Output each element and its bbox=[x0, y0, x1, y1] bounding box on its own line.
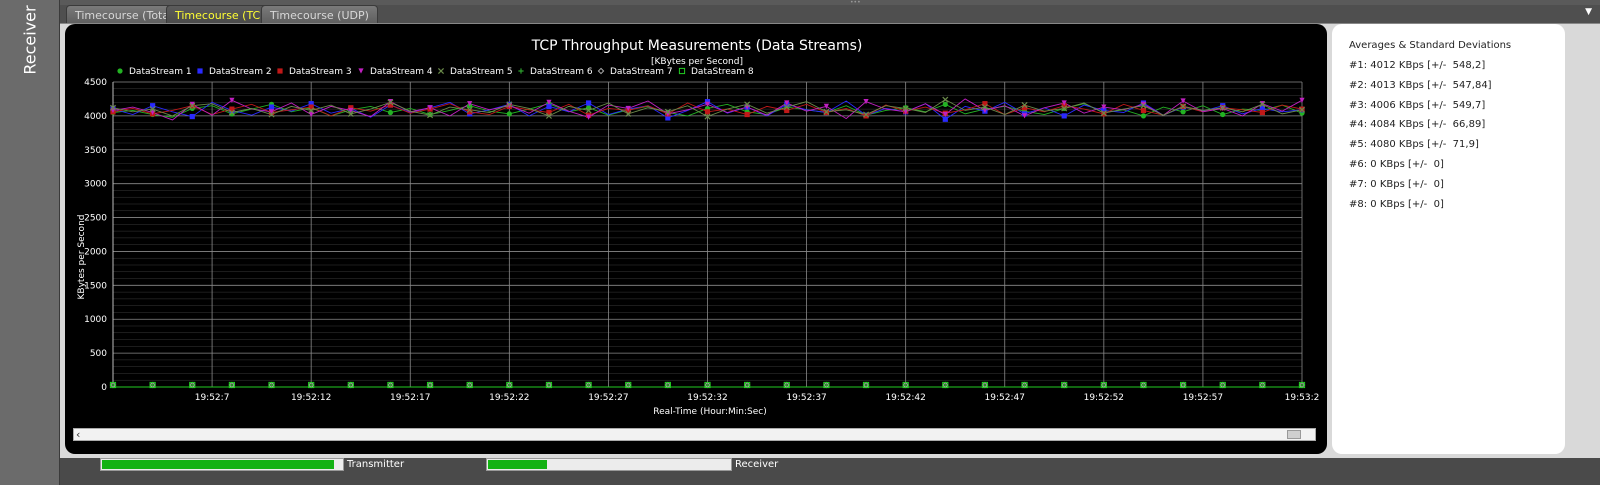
data-point bbox=[1061, 113, 1067, 119]
transmitter-label: Transmitter bbox=[347, 459, 405, 470]
data-point bbox=[586, 105, 592, 111]
x-tick-label: 19:52:52 bbox=[1084, 393, 1124, 403]
legend-entry: DataStream 5 bbox=[450, 67, 513, 77]
x-tick-label: 19:52:37 bbox=[786, 393, 826, 403]
receiver-label: Receiver bbox=[735, 459, 779, 470]
data-point bbox=[597, 67, 605, 75]
x-tick-label: 19:52:32 bbox=[687, 393, 727, 403]
y-tick-label: 1000 bbox=[84, 315, 107, 325]
data-point bbox=[704, 109, 711, 115]
data-point bbox=[1180, 109, 1186, 115]
data-point bbox=[942, 116, 948, 122]
x-axis-label: Real-Time (Hour:Min:Sec) bbox=[653, 407, 766, 417]
data-point bbox=[197, 68, 203, 74]
x-tick-label: 19:52:27 bbox=[588, 393, 628, 403]
stat-line: #7: 0 KBps [+/- 0] bbox=[1349, 178, 1444, 190]
stat-line: #3: 4006 KBps [+/- 549,7] bbox=[1349, 99, 1486, 111]
y-tick-label: 2000 bbox=[84, 247, 107, 257]
legend-entry: DataStream 7 bbox=[610, 67, 673, 77]
data-point bbox=[268, 104, 275, 110]
y-tick-label: 4500 bbox=[84, 78, 107, 88]
scrollbar-thumb[interactable] bbox=[1287, 430, 1301, 439]
data-point bbox=[942, 101, 948, 107]
y-tick-label: 1500 bbox=[84, 281, 107, 291]
data-point bbox=[437, 67, 445, 75]
data-point bbox=[942, 96, 949, 103]
stat-line: #8: 0 KBps [+/- 0] bbox=[1349, 198, 1444, 210]
data-point bbox=[1220, 111, 1226, 118]
x-tick-label: 19:52:17 bbox=[390, 393, 430, 403]
stat-line: #1: 4012 KBps [+/- 548,2] bbox=[1349, 60, 1486, 71]
data-point bbox=[277, 68, 283, 74]
horizontal-scrollbar[interactable]: ‹ bbox=[73, 428, 1316, 441]
y-tick-label: 3500 bbox=[84, 146, 107, 156]
y-tick-label: 2500 bbox=[84, 214, 107, 224]
receiver-meter bbox=[486, 458, 732, 471]
data-point bbox=[117, 68, 123, 74]
stat-line: #5: 4080 KBps [+/- 71,9] bbox=[1349, 139, 1479, 151]
chart-subtitle: [KBytes per Second] bbox=[651, 57, 743, 67]
y-axis-label: KBytes per Second bbox=[77, 215, 87, 300]
x-tick-label: 19:52:12 bbox=[291, 393, 331, 403]
stat-line: #4: 4084 KBps [+/- 66,89] bbox=[1349, 119, 1486, 131]
chart-panel: 0 500 1000 1500 2000 2500 3000 3500 4000 4500 19:5… bbox=[65, 24, 1327, 454]
x-tick-label: 19:52:42 bbox=[885, 393, 925, 403]
drag-handle-icon[interactable]: ••• bbox=[850, 0, 861, 6]
legend-entry: DataStream 1 bbox=[129, 67, 192, 77]
y-tick-label: 3000 bbox=[84, 180, 107, 190]
data-point bbox=[678, 67, 686, 75]
y-tick-label: 0 bbox=[101, 383, 107, 393]
arrow-left-icon[interactable]: ‹ bbox=[76, 428, 80, 441]
data-point bbox=[506, 111, 512, 117]
y-tick-label: 500 bbox=[90, 349, 107, 359]
data-point bbox=[1259, 109, 1265, 116]
x-tick-label: 19:52:7 bbox=[195, 393, 230, 403]
stats-title: Averages & Standard Deviations bbox=[1349, 40, 1512, 51]
tab-timecourse-udp[interactable]: Timecourse (UDP) bbox=[261, 5, 378, 24]
receiver-meter-fill bbox=[488, 460, 547, 469]
data-point bbox=[358, 68, 364, 74]
chevron-down-icon[interactable]: ▼ bbox=[1585, 7, 1592, 17]
x-tick-label: 19:52:47 bbox=[985, 393, 1025, 403]
data-point bbox=[387, 109, 394, 116]
side-panel: Receiver bbox=[0, 0, 60, 485]
legend-entry: DataStream 3 bbox=[289, 67, 352, 77]
x-tick-label: 19:52:57 bbox=[1183, 393, 1223, 403]
stats-panel: Averages & Standard Deviations #1: 4012 … bbox=[1332, 24, 1565, 454]
data-point bbox=[744, 111, 750, 118]
stat-line: #6: 0 KBps [+/- 0] bbox=[1349, 158, 1444, 170]
data-point bbox=[1021, 105, 1028, 111]
data-point bbox=[1140, 107, 1147, 114]
legend-entry: DataStream 6 bbox=[530, 67, 593, 77]
transmitter-meter-fill bbox=[102, 460, 335, 469]
transmitter-meter bbox=[100, 458, 344, 471]
legend-entry: DataStream 8 bbox=[691, 67, 754, 77]
data-point bbox=[586, 100, 592, 106]
side-panel-title: Receiver bbox=[20, 5, 40, 75]
throughput-chart: 0 500 1000 1500 2000 2500 3000 3500 4000 4500 19:5… bbox=[77, 38, 1320, 417]
legend-entry: DataStream 2 bbox=[209, 67, 272, 77]
y-tick-label: 4000 bbox=[84, 112, 107, 122]
stat-line: #2: 4013 KBps [+/- 547,84] bbox=[1349, 79, 1492, 91]
data-point bbox=[189, 113, 195, 120]
data-point bbox=[1140, 113, 1147, 119]
legend-entry: DataStream 4 bbox=[370, 67, 433, 77]
data-point bbox=[704, 101, 711, 107]
data-point bbox=[518, 68, 524, 74]
x-tick-label: 19:52:22 bbox=[489, 393, 529, 403]
chart-title: TCP Throughput Measurements (Data Stream… bbox=[531, 38, 863, 54]
x-tick-label: 19:53:2 bbox=[1285, 393, 1320, 403]
